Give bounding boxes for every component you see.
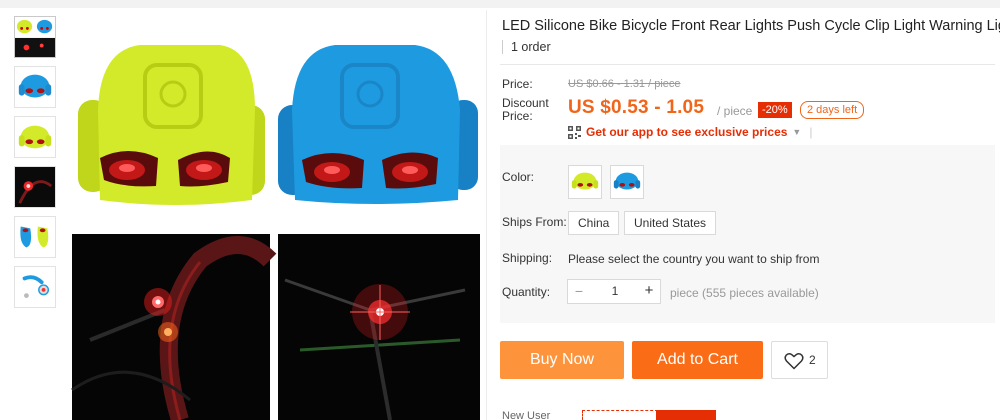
quantity-decrease-button[interactable]: − bbox=[568, 280, 590, 303]
ships-from-china[interactable]: China bbox=[568, 211, 620, 235]
product-info: LED Silicone Bike Bicycle Front Rear Lig… bbox=[490, 0, 1000, 420]
coupon-outline[interactable] bbox=[582, 410, 658, 420]
quantity-input[interactable]: 1 bbox=[598, 280, 632, 303]
thumbnail-yellow-blue[interactable] bbox=[14, 16, 56, 58]
discount-badge: -20% bbox=[758, 102, 792, 118]
shipping-label: Shipping: bbox=[502, 251, 553, 265]
price-unit: / piece bbox=[717, 104, 753, 118]
add-to-cart-button[interactable]: Add to Cart bbox=[632, 341, 763, 379]
night-photo-right bbox=[278, 234, 480, 420]
shipping-text: Please select the country you want to sh… bbox=[568, 252, 820, 266]
heart-icon bbox=[784, 353, 804, 370]
original-price: US $0.66 - 1.31 / piece bbox=[568, 78, 681, 90]
caret-down-icon: ▼ bbox=[792, 127, 802, 137]
discount-label-2: Price: bbox=[502, 109, 533, 123]
app-promo-text: Get our app to see exclusive prices bbox=[586, 125, 788, 139]
qr-code-icon bbox=[568, 125, 581, 139]
thumbnail-blue[interactable] bbox=[14, 66, 56, 108]
main-product-image[interactable] bbox=[70, 10, 480, 420]
divider bbox=[500, 64, 995, 65]
night-photo-left bbox=[71, 234, 277, 420]
order-count[interactable]: 1 order bbox=[502, 40, 551, 54]
new-user-label: New User bbox=[502, 410, 551, 420]
ships-from-united-states[interactable]: United States bbox=[624, 211, 717, 235]
blue-light-image bbox=[278, 45, 478, 204]
wish-count: 2 bbox=[809, 353, 816, 367]
thumbnail-night[interactable] bbox=[14, 166, 56, 208]
coupon-button[interactable] bbox=[656, 410, 716, 420]
app-promo[interactable]: Get our app to see exclusive prices ▼ | bbox=[568, 125, 812, 139]
color-swatch-yellow[interactable] bbox=[568, 165, 602, 199]
quantity-available: piece (555 pieces available) bbox=[670, 286, 819, 300]
ships-from-label: Ships From: bbox=[502, 215, 567, 229]
color-swatch-blue[interactable] bbox=[610, 165, 644, 199]
days-left-badge: 2 days left bbox=[800, 101, 865, 119]
thumbnail-yellow[interactable] bbox=[14, 116, 56, 158]
thumbnail-strip bbox=[14, 16, 58, 316]
quantity-increase-button[interactable]: + bbox=[638, 280, 660, 303]
quantity-stepper: − 1 + bbox=[567, 279, 661, 304]
buy-now-button[interactable]: Buy Now bbox=[500, 341, 624, 379]
wishlist-button[interactable]: 2 bbox=[771, 341, 828, 379]
quantity-label: Quantity: bbox=[502, 285, 551, 299]
thumbnail-parts[interactable] bbox=[14, 266, 56, 308]
current-price: US $0.53 - 1.05 bbox=[568, 97, 705, 118]
product-title: LED Silicone Bike Bicycle Front Rear Lig… bbox=[502, 18, 1000, 34]
thumbnail-pair[interactable] bbox=[14, 216, 56, 258]
column-divider bbox=[486, 10, 487, 420]
price-label: Price: bbox=[502, 77, 533, 91]
separator: | bbox=[809, 125, 813, 139]
color-label: Color: bbox=[502, 170, 535, 184]
